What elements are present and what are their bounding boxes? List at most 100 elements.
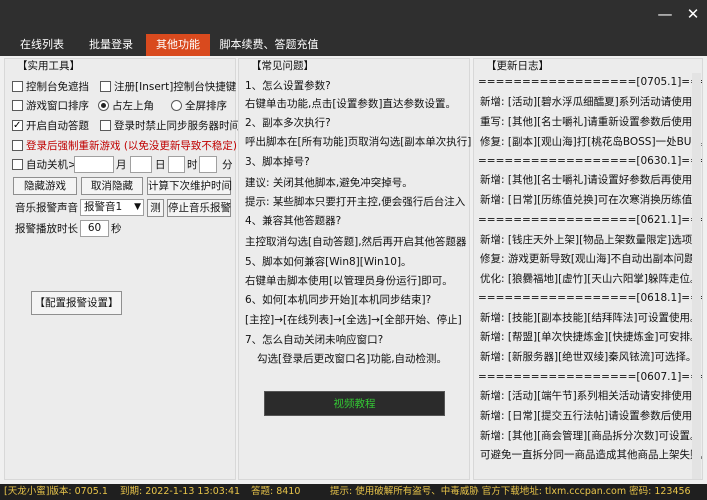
top-left-option[interactable]: 占左上角 bbox=[98, 98, 154, 114]
cancel-hide-button[interactable]: 取消隐藏 bbox=[81, 177, 143, 195]
register-hotkey-checkbox[interactable] bbox=[100, 81, 111, 92]
faq-line: 5、脚本如何兼容[Win8][Win10]。 bbox=[245, 256, 412, 268]
auto-answer-label: 开启自动答题 bbox=[26, 120, 89, 132]
login-sync-checkbox[interactable] bbox=[100, 120, 111, 131]
faq-title: 【常见问题】 bbox=[249, 59, 316, 73]
login-sync-option[interactable]: 登录时禁止同步服务器时间 bbox=[100, 118, 240, 134]
log-line: 修复: [副本][观山海]打[桃花岛BOSS]一处BUG。 bbox=[480, 136, 703, 148]
tab-renewal[interactable]: 脚本续费、答题充值 bbox=[216, 34, 322, 56]
faq-line: 提示: 某些脚本只要打开主控,便会强行后台注入 bbox=[245, 196, 466, 208]
log-line: 新增: [其他][商会管理][商品拆分次数]可设置。 bbox=[480, 430, 701, 442]
log-line: 新增: [活动][碧水浮瓜细醽夏]系列活动请使用。 bbox=[480, 96, 703, 108]
hide-game-button[interactable]: 隐藏游戏 bbox=[13, 177, 77, 195]
force-new-game-checkbox[interactable] bbox=[12, 140, 23, 151]
console-avoid-option[interactable]: 控制台免遮挡 bbox=[12, 79, 89, 95]
auto-shutdown-option[interactable]: 自动关机> bbox=[12, 157, 77, 173]
fullscreen-radio[interactable] bbox=[171, 100, 182, 111]
faq-panel: 【常见问题】 1、怎么设置参数? 右键单击功能,点击[设置参数]直达参数设置。 … bbox=[238, 58, 472, 480]
log-line: 新增: [新服务器][绝世双绫]秦风铱流]可选择。 bbox=[480, 351, 697, 363]
day-unit: 日 bbox=[155, 159, 166, 171]
console-avoid-checkbox[interactable] bbox=[12, 81, 23, 92]
faq-line: 1、怎么设置参数? bbox=[245, 80, 331, 92]
log-line: 新增: [活动][端午节]系列相关活动请安排使用。 bbox=[480, 390, 703, 402]
auto-answer-checkbox[interactable] bbox=[12, 118, 23, 134]
log-scrollbar[interactable] bbox=[692, 73, 701, 479]
music-alarm-select-value: 报警音1 bbox=[84, 201, 123, 213]
music-alarm-label: 音乐报警声音 bbox=[15, 202, 78, 214]
shutdown-hour-input[interactable] bbox=[168, 156, 185, 173]
log-line: 新增: [钱庄天外上架][物品上架数量限定]选项。 bbox=[480, 234, 703, 246]
force-new-game-label: 登录后强制重新游戏 (以免没更新导致不稳定) bbox=[26, 140, 238, 152]
faq-line: 4、兼容其他答题器? bbox=[245, 215, 342, 227]
force-new-game-option[interactable]: 登录后强制重新游戏 (以免没更新导致不稳定) bbox=[12, 138, 237, 154]
shutdown-month-input[interactable] bbox=[74, 156, 114, 173]
status-expiry: 到期: 2022-1-13 13:03:41 bbox=[120, 486, 241, 497]
month-unit: 月 bbox=[116, 159, 127, 171]
log-line: ==================[0630.1]==============… bbox=[478, 155, 702, 167]
faq-line: [主控]→[在线列表]→[全选]→[全部开始、停止] bbox=[245, 314, 462, 326]
utilities-panel: 【实用工具】 控制台免遮挡 注册[Insert]控制台快捷键 游戏窗口排序 占左… bbox=[4, 58, 240, 480]
status-tip: 提示: 使用破解所有盗号、中毒威胁 官方下载地址: tlxm.cccpan.co… bbox=[330, 486, 691, 497]
auto-answer-option[interactable]: 开启自动答题 bbox=[12, 118, 89, 134]
log-line: ==================[0618.1]==============… bbox=[478, 292, 702, 304]
faq-line: 2、副本多次执行? bbox=[245, 117, 331, 129]
log-line: 修复: 游戏更新导致[观山海]不自动出副本问题。 bbox=[480, 253, 703, 265]
hour-unit: 时 bbox=[187, 159, 198, 171]
faq-line: 主控取消勾选[自动答题],然后再开启其他答题器 bbox=[245, 236, 467, 248]
music-alarm-select[interactable]: 报警音1 ▼ bbox=[80, 199, 144, 216]
tab-other-functions[interactable]: 其他功能 bbox=[146, 34, 210, 56]
log-line: 优化: [狼爨福地][虚竹][天山六阳掌]躲阵走位。 bbox=[480, 273, 701, 285]
tab-batch-login[interactable]: 批量登录 bbox=[80, 34, 142, 56]
register-hotkey-label: 注册[Insert]控制台快捷键 bbox=[114, 81, 237, 93]
test-sound-button[interactable]: 测 bbox=[147, 199, 164, 217]
faq-line: 右键单击脚本使用[以管理员身份运行]即可。 bbox=[245, 275, 453, 287]
configure-alarm-button[interactable]: 【配置报警设置】 bbox=[31, 291, 122, 315]
log-line: 新增: [技能][副本技能][结拜阵法]可设置使用。 bbox=[480, 312, 701, 324]
stop-music-alarm-button[interactable]: 停止音乐报警 bbox=[167, 199, 231, 217]
status-version: [天龙小蜜]版本: 0705.1 bbox=[4, 486, 108, 497]
shutdown-minute-input[interactable] bbox=[199, 156, 217, 173]
console-avoid-label: 控制台免遮挡 bbox=[26, 81, 89, 93]
status-bar: [天龙小蜜]版本: 0705.1 到期: 2022-1-13 13:03:41 … bbox=[0, 484, 707, 500]
shutdown-day-input[interactable] bbox=[130, 156, 152, 173]
log-line: 新增: [日常][历练值兑换]可在次寒消换历练值。 bbox=[480, 194, 703, 206]
log-line: ==================[0621.1]==============… bbox=[478, 214, 702, 226]
auto-shutdown-checkbox[interactable] bbox=[12, 159, 23, 170]
top-left-label: 占左上角 bbox=[112, 100, 154, 112]
minimize-button[interactable]: — bbox=[655, 4, 675, 24]
update-log-title: 【更新日志】 bbox=[484, 59, 551, 73]
tab-online-list[interactable]: 在线列表 bbox=[10, 34, 74, 56]
chevron-down-icon: ▼ bbox=[134, 202, 141, 212]
log-line: 新增: [日常][提交五行法帖]请设置参数后使用。 bbox=[480, 410, 703, 422]
title-bar: — ✕ bbox=[0, 0, 707, 30]
minute-unit: 分 bbox=[222, 159, 233, 171]
calc-maintenance-button[interactable]: 计算下次维护时间 bbox=[147, 177, 232, 195]
log-line: 可避免一直拆分同一商品造成其他商品上架失败。 bbox=[480, 449, 703, 461]
tab-bar: 在线列表 批量登录 其他功能 脚本续费、答题充值 bbox=[0, 30, 707, 56]
alarm-duration-label: 报警播放时长 bbox=[15, 223, 78, 235]
fullscreen-label: 全屏排序 bbox=[185, 100, 227, 112]
log-line: ==================[0705.1]==============… bbox=[478, 76, 702, 88]
alarm-duration-input[interactable]: 60 bbox=[80, 220, 109, 237]
log-line: 重写: [其他][名士嚼礼]请重新设置参数后使用。 bbox=[480, 116, 703, 128]
faq-line: 建议: 关闭其他脚本,避免冲突掉号。 bbox=[245, 177, 413, 189]
faq-line: 呼出脚本在[所有功能]页取消勾选[副本单次执行] bbox=[245, 136, 472, 148]
video-tutorial-button[interactable]: 视频教程 bbox=[264, 391, 445, 416]
faq-line: 勾选[登录后更改窗口名]功能,自动检测。 bbox=[257, 353, 448, 365]
fullscreen-option[interactable]: 全屏排序 bbox=[171, 98, 227, 114]
top-left-radio[interactable] bbox=[98, 100, 109, 111]
register-hotkey-option[interactable]: 注册[Insert]控制台快捷键 bbox=[100, 79, 236, 95]
close-button[interactable]: ✕ bbox=[683, 4, 703, 24]
window-sort-label: 游戏窗口排序 bbox=[26, 100, 89, 112]
alarm-duration-unit: 秒 bbox=[111, 223, 122, 235]
window-sort-option[interactable]: 游戏窗口排序 bbox=[12, 98, 89, 114]
update-log-panel: 【更新日志】 ==================[0705.1]=======… bbox=[473, 58, 703, 480]
status-answer-count: 答题: 8410 bbox=[251, 486, 301, 497]
faq-line: 7、怎么自动关闭未响应窗口? bbox=[245, 334, 384, 346]
window-sort-checkbox[interactable] bbox=[12, 100, 23, 111]
faq-line: 6、如何[本机同步开始][本机同步结束]? bbox=[245, 294, 432, 306]
utilities-title: 【实用工具】 bbox=[15, 59, 82, 73]
auto-shutdown-label: 自动关机> bbox=[26, 159, 77, 171]
faq-line: 右键单击功能,点击[设置参数]直达参数设置。 bbox=[245, 98, 457, 110]
login-sync-label: 登录时禁止同步服务器时间 bbox=[114, 120, 240, 132]
